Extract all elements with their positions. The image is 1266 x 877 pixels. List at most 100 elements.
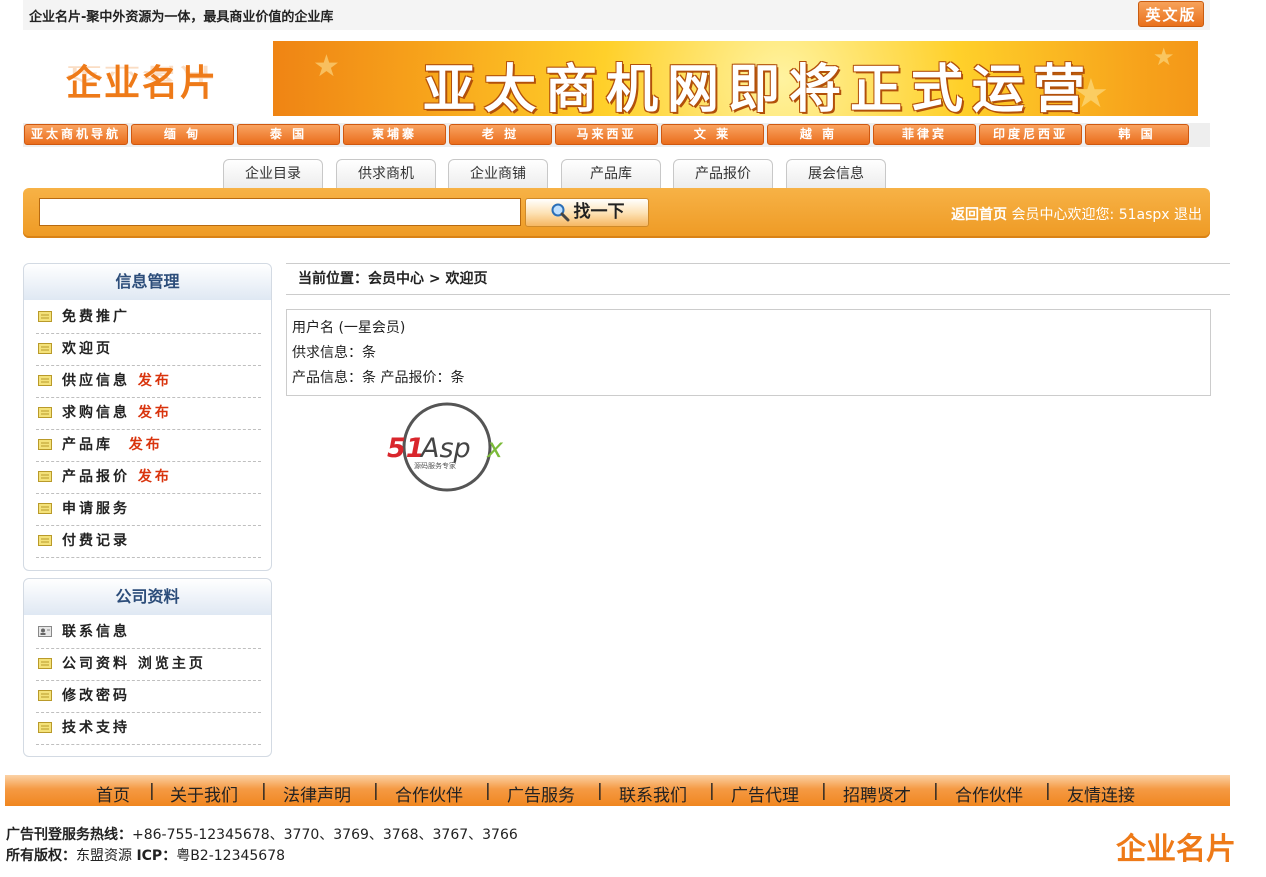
footer-link[interactable]: 首页 (96, 781, 130, 806)
note-icon (38, 407, 52, 418)
star-decoration-icon: ★ (1153, 43, 1175, 71)
footer-nav: 首页 | 关于我们 | 法律声明 | 合作伙伴 | 广告服务 | 联系我们 | … (5, 775, 1230, 806)
footer-logo: 企业名片 (1116, 832, 1236, 867)
sidebar-item-label: 产品库 (62, 437, 113, 453)
sidebar-item-label: 修改密码 (62, 688, 130, 704)
nav-item[interactable]: 老 挝 (449, 124, 552, 145)
panel-title: 公司资料 (24, 579, 271, 615)
brand-name-part: 51 (387, 433, 425, 464)
site-slogan: 企业名片-聚中外资源为一体，最具商业价值的企业库 (29, 10, 334, 25)
sidebar-item-label: 求购信息 (62, 405, 130, 421)
sidebar-item-label: 供应信息 (62, 373, 130, 389)
publish-link[interactable]: 发布 (138, 469, 172, 485)
star-decoration-icon: ★ (313, 49, 340, 84)
tab-supply-demand[interactable]: 供求商机 (336, 159, 436, 189)
company-info-panel: 公司资料 联系信息 公司资料 浏览主页 修改密码 技术支持 (23, 578, 272, 757)
footer-link[interactable]: 联系我们 (619, 781, 687, 806)
copyright-owner: 东盟资源 (76, 848, 132, 864)
sidebar-item-tech-support[interactable]: 技术支持 (36, 713, 261, 745)
sidebar-item-change-password[interactable]: 修改密码 (36, 681, 261, 713)
footer-link[interactable]: 友情连接 (1067, 781, 1135, 806)
nav-item[interactable]: 越 南 (767, 124, 870, 145)
search-button[interactable]: 找一下 (525, 198, 649, 227)
icp-number: 粤B2-12345678 (176, 848, 286, 864)
nav-item[interactable]: 缅 甸 (131, 124, 234, 145)
sidebar-item-apply-service[interactable]: 申请服务 (36, 494, 261, 526)
note-icon (38, 535, 52, 546)
site-logo-reflection: 企业名片 (66, 63, 219, 84)
member-center-link[interactable]: 会员中心 (1012, 207, 1068, 223)
note-icon (38, 722, 52, 733)
browse-homepage-link[interactable]: 浏览主页 (138, 656, 206, 672)
sidebar-item-label: 付费记录 (62, 533, 130, 549)
ad-hotline: 广告刊登服务热线：+86-755-12345678、3770、3769、3768… (6, 824, 518, 844)
sidebar-item-purchase[interactable]: 求购信息 发布 (36, 398, 261, 430)
brand-name-part: Asp (419, 433, 471, 464)
sidebar-item-company-profile[interactable]: 公司资料 浏览主页 (36, 649, 261, 681)
footer-link[interactable]: 广告代理 (731, 781, 799, 806)
footer-link[interactable]: 合作伙伴 (955, 781, 1023, 806)
note-icon (38, 471, 52, 482)
sidebar-item-payment-records[interactable]: 付费记录 (36, 526, 261, 558)
nav-item[interactable]: 韩 国 (1085, 124, 1189, 145)
username: 51aspx (1118, 207, 1170, 223)
footer-separator: | (1045, 781, 1051, 801)
nav-item[interactable]: 马来西亚 (555, 124, 658, 145)
footer-link[interactable]: 合作伙伴 (395, 781, 463, 806)
nav-item[interactable]: 柬埔寨 (343, 124, 446, 145)
brand-watermark-logo: 51 Asp x 源码服务专家 (387, 402, 504, 492)
footer-link[interactable]: 招聘贤才 (843, 781, 911, 806)
footer-separator: | (597, 781, 603, 801)
promo-banner[interactable]: ★ ★ ★ 亚太商机网即将正式运营 (273, 41, 1198, 116)
english-version-button[interactable]: 英文版 (1138, 1, 1204, 27)
note-icon (38, 658, 52, 669)
product-count: 产品信息：条 产品报价：条 (292, 370, 465, 386)
tab-product-library[interactable]: 产品库 (561, 159, 661, 189)
tab-product-quotes[interactable]: 产品报价 (673, 159, 773, 189)
nav-item[interactable]: 文 莱 (661, 124, 764, 145)
footer-link[interactable]: 关于我们 (170, 781, 238, 806)
sidebar-item-label: 欢迎页 (62, 341, 113, 357)
copyright-info: 所有版权：东盟资源 ICP：粤B2-12345678 (6, 845, 285, 865)
footer-separator: | (149, 781, 155, 801)
nav-item[interactable]: 亚太商机导航 (24, 124, 128, 145)
banner-headline: 亚太商机网即将正式运营 (423, 59, 1095, 116)
nav-item[interactable]: 菲律宾 (873, 124, 976, 145)
sidebar-item-product-quotes[interactable]: 产品报价 发布 (36, 462, 261, 494)
footer-separator: | (933, 781, 939, 801)
sidebar-item-label: 公司资料 (62, 656, 130, 672)
logout-link[interactable]: 退出 (1174, 207, 1202, 223)
search-bar: 找一下 返回首页 会员中心欢迎您: 51aspx 退出 (23, 188, 1210, 238)
nav-item[interactable]: 泰 国 (237, 124, 340, 145)
ad-hotline-label: 广告刊登服务热线： (6, 827, 132, 843)
top-bar: 企业名片-聚中外资源为一体，最具商业价值的企业库 英文版 (23, 0, 1210, 30)
contact-card-icon (38, 626, 52, 637)
tab-company-shops[interactable]: 企业商铺 (448, 159, 548, 189)
sidebar-item-free-promotion[interactable]: 免费推广 (36, 302, 261, 334)
search-input[interactable] (39, 198, 521, 226)
breadcrumb: 当前位置：会员中心 > 欢迎页 (286, 263, 1230, 295)
info-management-panel: 信息管理 免费推广 欢迎页 供应信息 发布 求购信息 发布 产品库 发布 产品报… (23, 263, 272, 571)
sidebar-item-label: 申请服务 (62, 501, 130, 517)
sidebar-item-contact[interactable]: 联系信息 (36, 617, 261, 649)
footer-link[interactable]: 广告服务 (507, 781, 575, 806)
publish-link[interactable]: 发布 (138, 405, 172, 421)
nav-item[interactable]: 印度尼西亚 (979, 124, 1082, 145)
publish-link[interactable]: 发布 (129, 437, 163, 453)
sidebar-item-welcome[interactable]: 欢迎页 (36, 334, 261, 366)
brand-name-part: x (486, 433, 504, 464)
footer-separator: | (709, 781, 715, 801)
member-summary: 用户名 (一星会员) 供求信息：条 产品信息：条 产品报价：条 (286, 309, 1211, 396)
note-icon (38, 690, 52, 701)
search-button-label: 找一下 (573, 202, 625, 222)
sidebar-item-supply[interactable]: 供应信息 发布 (36, 366, 261, 398)
publish-link[interactable]: 发布 (138, 373, 172, 389)
tab-company-directory[interactable]: 企业目录 (223, 159, 323, 189)
sidebar-item-product-library[interactable]: 产品库 发布 (36, 430, 261, 462)
footer-link[interactable]: 法律声明 (283, 781, 351, 806)
note-icon (38, 343, 52, 354)
supply-demand-count: 供求信息：条 (292, 345, 376, 361)
home-link[interactable]: 返回首页 (951, 207, 1007, 223)
tab-exhibitions[interactable]: 展会信息 (786, 159, 886, 189)
footer-separator: | (821, 781, 827, 801)
